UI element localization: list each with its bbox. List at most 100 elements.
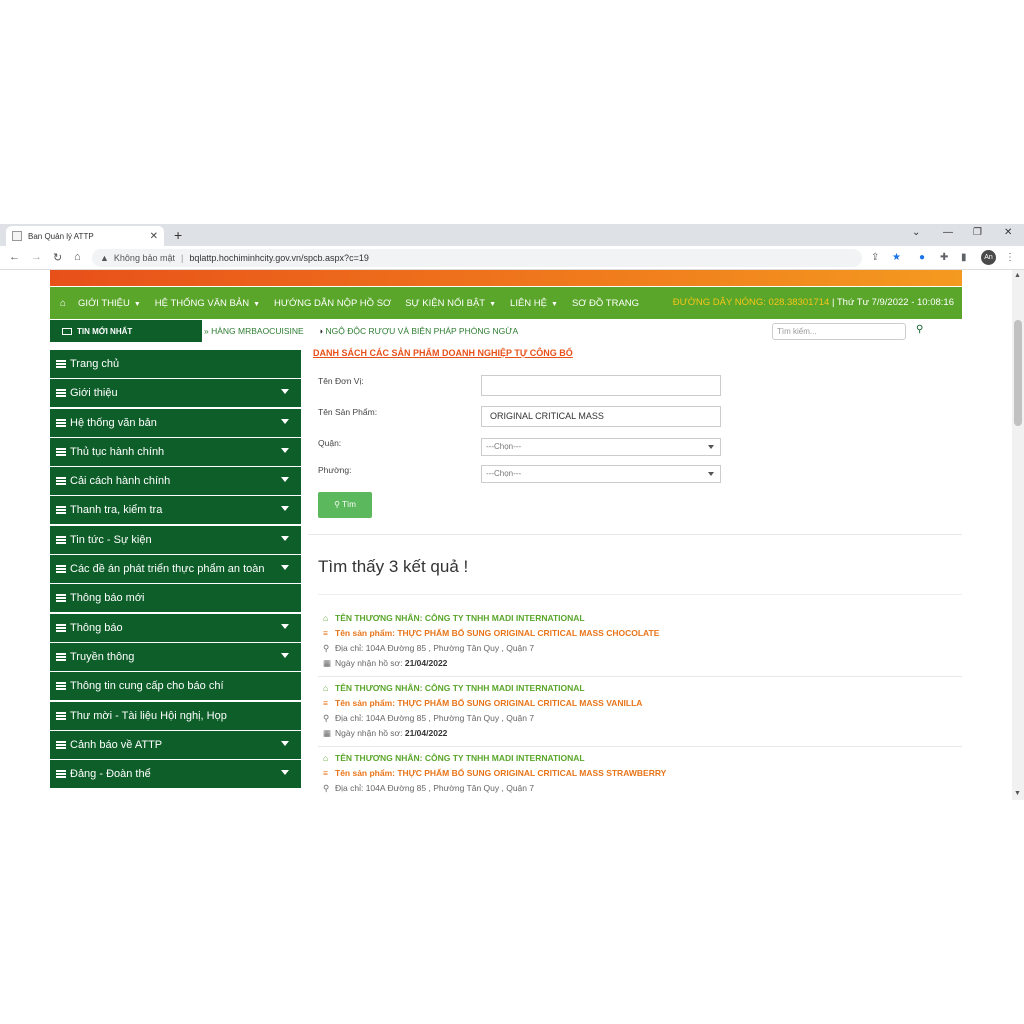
share-icon[interactable]: ⇪ [871,252,879,263]
profile-avatar[interactable]: An [981,250,996,265]
home-icon: ⌂ [323,683,329,693]
ward-select[interactable]: ---Chọn--- [481,465,721,483]
district-label: Quận: [318,438,342,448]
search-icon[interactable]: ⚲ [916,324,923,335]
sidebar-item-label: Truyền thông [70,650,135,663]
company-line: ⌂ TÊN THƯƠNG NHÂN: CÔNG TY TNHH MADI INTE… [323,753,963,768]
nav-item-lien-he[interactable]: LIÊN HỆ ▼ [510,298,558,309]
back-icon[interactable]: ← [9,251,20,263]
sidebar-item[interactable]: Thông báo [50,613,301,642]
unit-label: Tên Đơn Vị: [318,376,364,386]
list-icon: ≡ [323,768,328,778]
product-line: ≡ Tên sản phẩm: THỰC PHẨM BỔ SUNG ORIGINA… [323,628,963,643]
current-datetime: | Thứ Tư 7/9/2022 - 10:08:16 [831,297,954,308]
sidebar-item-label: Thanh tra, kiểm tra [70,504,163,517]
product-input[interactable]: ORIGINAL CRITICAL MASS [481,406,721,427]
district-select[interactable]: ---Chọn--- [481,438,721,456]
list-icon [56,477,66,486]
dateline-line: ▦ Ngày nhận hồ sơ: 21/04/2022 [323,658,963,673]
list-icon: ≡ [323,698,328,708]
list-icon [56,447,66,456]
sidebar-item[interactable]: Trang chủ [50,350,301,378]
url-text: bqlattp.hochiminhcity.gov.vn/spcb.aspx?c… [189,253,369,263]
sidebar-item[interactable]: Cảnh báo về ATTP [50,730,301,759]
company-text: TÊN THƯƠNG NHÂN: CÔNG TY TNHH MADI INTER… [335,753,585,763]
list-icon [56,623,66,632]
dropdown-caret-icon [281,652,289,658]
reload-icon[interactable]: ↻ [53,251,62,264]
address-bar: ← → ↻ ⌂ ▲ Không bảo mật | bqlattp.hochim… [0,246,1024,270]
side-panel-icon[interactable]: ▮ [961,252,967,263]
minimize-icon[interactable]: — [943,227,953,238]
tab-close-icon[interactable]: ✕ [150,231,158,242]
list-item[interactable]: ⌂ TÊN THƯƠNG NHÂN: CÔNG TY TNHH MADI INTE… [323,683,963,743]
map-pin-icon: ⚲ [323,783,330,793]
puzzle-icon[interactable]: ✚ [940,252,948,263]
security-label: Không bảo mật [113,253,175,263]
calendar-icon: ▦ [323,658,332,668]
nav-item-huong-dan[interactable]: HƯỚNG DẪN NỘP HỒ SƠ [274,298,391,309]
home-icon[interactable]: ⌂ [74,251,81,263]
sidebar-item[interactable]: Thủ tục hành chính [50,437,301,466]
sidebar-item-label: Tin tức - Sự kiện [70,533,152,546]
dropdown-caret-icon [281,506,289,512]
product-line: ≡ Tên sản phẩm: THỰC PHẨM BỔ SUNG ORIGINA… [323,768,963,783]
news-ticker-bar: TIN MỚI NHẤT » HÀNG MRBAOCUISINE ◑ NGỘ Đ… [50,320,962,342]
new-tab-icon[interactable]: + [174,227,182,243]
bookmark-star-icon[interactable]: ★ [892,252,901,263]
dateline-text: Ngày nhận hồ sơ: [335,658,403,668]
main-content: DANH SÁCH CÁC SẢN PHẨM DOANH NGHIỆP TỰ C… [308,346,962,793]
results-panel: Tìm thấy 3 kết quả ! ⌂ TÊN THƯƠNG NHÂN: C… [308,534,962,800]
sidebar-item[interactable]: Thanh tra, kiểm tra [50,496,301,525]
company-line: ⌂ TÊN THƯƠNG NHÂN: CÔNG TY TNHH MADI INTE… [323,613,963,628]
sidebar-item[interactable]: Tin tức - Sự kiện [50,525,301,554]
maximize-icon[interactable]: ❐ [973,227,982,238]
tab-search-icon[interactable]: ⌄ [912,227,920,238]
ticker-item[interactable]: ◑ NGỘ ĐỘC RƯỢU VÀ BIỆN PHÁP PHÒNG NGỪA [318,326,518,336]
url-field[interactable]: ▲ Không bảo mật | bqlattp.hochiminhcity.… [92,249,862,267]
divider [318,746,962,747]
list-icon [56,535,66,544]
list-item[interactable]: ⌂ TÊN THƯƠNG NHÂN: CÔNG TY TNHH MADI INTE… [323,613,963,673]
forward-icon[interactable]: → [31,251,42,263]
sidebar-item[interactable]: Cải cách hành chính [50,467,301,496]
sidebar-item[interactable]: Truyền thông [50,642,301,671]
close-window-icon[interactable]: ✕ [1004,227,1012,238]
nav-item-gioi-thieu[interactable]: GIỚI THIỆU ▼ [78,298,141,309]
browser-tab[interactable]: Ban Quản lý ATTP ✕ [6,226,164,246]
page-scrollbar[interactable]: ▲ ▼ [1012,270,1024,800]
list-item[interactable]: ⌂ TÊN THƯƠNG NHÂN: CÔNG TY TNHH MADI INTE… [323,753,963,798]
scroll-up-icon[interactable]: ▲ [1014,272,1021,279]
sidebar-item[interactable]: Đảng - Đoàn thể [50,760,301,789]
dropdown-caret-icon [281,418,289,424]
divider [318,676,962,677]
scrollbar-thumb[interactable] [1014,320,1022,426]
news-icon [62,327,72,335]
extension-icon[interactable]: ● [919,252,925,263]
ticker-item[interactable]: » HÀNG MRBAOCUISINE [204,326,304,336]
search-input[interactable]: Tìm kiếm... [772,323,906,340]
sidebar-item[interactable]: Thông báo mới [50,584,301,613]
scroll-down-icon[interactable]: ▼ [1014,790,1021,797]
hotline-number: ĐƯỜNG DÂY NÓNG: 028.38301714 [672,297,830,308]
received-date: 21/04/2022 [404,658,448,668]
sidebar-item[interactable]: Các đề án phát triển thực phẩm an toàn [50,555,301,584]
sidebar-item[interactable]: Thư mời - Tài liệu Hội nghị, Họp [50,701,301,730]
nav-item-so-do-trang[interactable]: SƠ ĐỒ TRANG [572,298,639,309]
unit-input[interactable] [481,375,721,396]
sidebar-item-label: Thông báo mới [70,592,145,605]
company-text: TÊN THƯƠNG NHÂN: CÔNG TY TNHH MADI INTER… [335,683,585,693]
dropdown-caret-icon [281,447,289,453]
product-line: ≡ Tên sản phẩm: THỰC PHẨM BỔ SUNG ORIGINA… [323,698,963,713]
sidebar-item[interactable]: Thông tin cung cấp cho báo chí [50,672,301,701]
warning-icon: ▲ [100,253,109,263]
nav-item-he-thong-van-ban[interactable]: HỆ THỐNG VĂN BẢN ▼ [155,298,260,309]
search-button[interactable]: ⚲ Tìm [318,492,372,518]
sidebar-item[interactable]: Giới thiệu [50,379,301,408]
nav-item-su-kien[interactable]: SỰ KIỆN NỔI BẬT ▼ [405,298,496,309]
nav-home-icon[interactable]: ⌂ [60,298,66,309]
addrline-text: Địa chỉ: 104A Đường 85 , Phường Tân Quy … [335,713,535,723]
sidebar-item[interactable]: Hệ thống văn bản [50,408,301,437]
menu-icon[interactable]: ⋮ [1005,252,1015,263]
product-text: Tên sản phẩm: THỰC PHẨM BỔ SUNG ORIGINAL… [335,698,643,708]
